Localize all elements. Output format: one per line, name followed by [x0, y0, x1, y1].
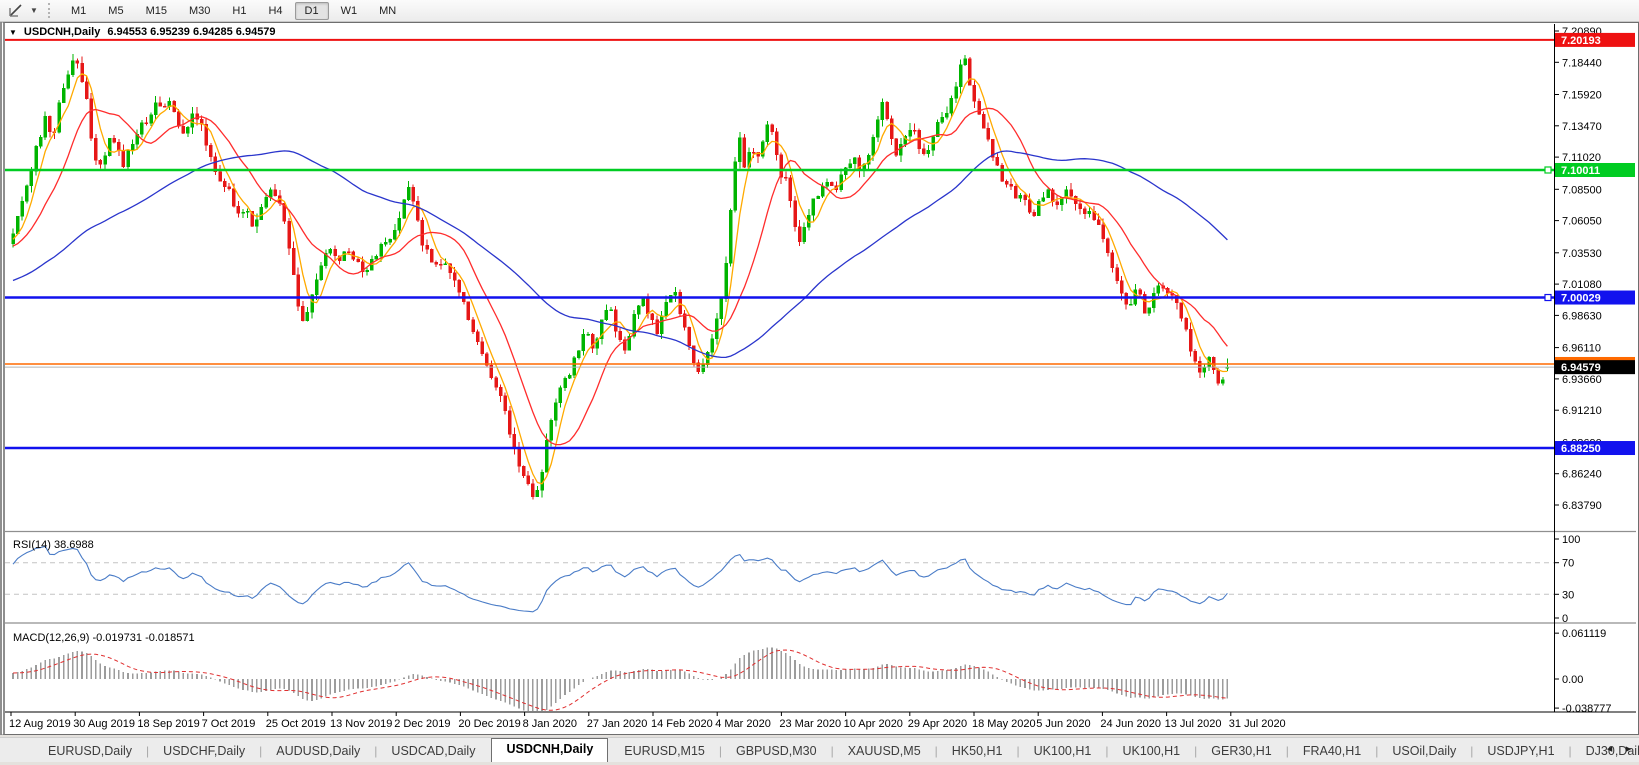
svg-text:70: 70: [1562, 558, 1574, 570]
svg-text:7.11020: 7.11020: [1562, 152, 1601, 164]
time-axis-label: 30 Aug 2019: [73, 718, 135, 730]
svg-text:6.98630: 6.98630: [1562, 310, 1602, 322]
tab-scroll-buttons: ◂ ▸: [1603, 742, 1635, 755]
timeframe-button-w1[interactable]: W1: [331, 2, 368, 20]
price-badge: 7.10011: [1555, 162, 1635, 177]
svg-text:6.91210: 6.91210: [1562, 405, 1602, 417]
time-axis-label: 14 Feb 2020: [651, 718, 713, 730]
svg-text:6.86240: 6.86240: [1562, 469, 1602, 481]
chart-ohlc-values: 6.94553 6.95239 6.94285 6.94579: [107, 26, 276, 38]
price-badge: 7.20193: [1555, 32, 1635, 47]
timeframe-button-h4[interactable]: H4: [258, 2, 292, 20]
rsi-label: RSI(14) 38.6988: [13, 539, 94, 551]
time-axis-label: 5 Jun 2020: [1036, 718, 1090, 730]
tab-ger30-h1[interactable]: GER30,H1: [1197, 741, 1285, 762]
time-axis-label: 31 Jul 2020: [1229, 718, 1286, 730]
svg-text:6.96110: 6.96110: [1562, 343, 1601, 355]
level-line-handle[interactable]: [1544, 166, 1552, 174]
price-badge: 6.94579: [1555, 360, 1635, 375]
tab-usdcnh-daily[interactable]: USDCNH,Daily: [491, 738, 609, 762]
svg-text:7.03530: 7.03530: [1562, 248, 1602, 260]
svg-text:7.01080: 7.01080: [1562, 279, 1602, 291]
svg-text:0: 0: [1562, 613, 1568, 625]
svg-text:100: 100: [1562, 534, 1580, 546]
tab-eurusd-daily[interactable]: EURUSD,Daily: [34, 741, 146, 762]
time-axis-label: 8 Jan 2020: [523, 718, 577, 730]
top-toolbar: ▼ M1 M5 M15 M30 H1 H4 D1 W1 MN: [0, 0, 1639, 22]
chart-canvas[interactable]: 7.208907.184407.159207.134707.110207.085…: [5, 24, 1636, 734]
svg-text:7.10011: 7.10011: [1561, 165, 1600, 177]
tab-fra40-h1[interactable]: FRA40,H1: [1289, 741, 1375, 762]
price-badge: 6.88250: [1555, 441, 1635, 456]
timeframe-button-m1[interactable]: M1: [61, 2, 96, 20]
svg-text:0.00: 0.00: [1562, 674, 1583, 686]
time-axis-label: 2 Dec 2019: [394, 718, 450, 730]
time-axis-label: 10 Apr 2020: [844, 718, 903, 730]
time-axis-label: 18 Sep 2019: [137, 718, 199, 730]
svg-text:7.15920: 7.15920: [1562, 89, 1602, 101]
chart-symbol-label: USDCNH,Daily: [23, 26, 101, 38]
svg-text:6.94579: 6.94579: [1561, 362, 1601, 374]
timeframe-button-m30[interactable]: M30: [179, 2, 220, 20]
svg-text:0.061119: 0.061119: [1562, 628, 1606, 640]
timeframe-buttons: M1 M5 M15 M30 H1 H4 D1 W1 MN: [60, 1, 407, 20]
dropdown-arrow-icon[interactable]: ▼: [28, 6, 40, 15]
time-axis-label: 18 May 2020: [972, 718, 1036, 730]
chart-tools-button[interactable]: [2, 2, 28, 20]
svg-text:6.88250: 6.88250: [1561, 443, 1601, 455]
tab-gbpusd-m30[interactable]: GBPUSD,M30: [722, 741, 831, 762]
svg-text:6.93660: 6.93660: [1562, 374, 1602, 386]
tab-hk50-h1[interactable]: HK50,H1: [938, 741, 1017, 762]
timeframe-button-d1[interactable]: D1: [294, 1, 329, 20]
macd-label: MACD(12,26,9) -0.019731 -0.018571: [13, 632, 195, 644]
svg-text:-0.038777: -0.038777: [1562, 703, 1612, 715]
toolbar-drag-handle[interactable]: [48, 3, 50, 18]
chart-title-bar: ▼ USDCNH,Daily 6.94553 6.95239 6.94285 6…: [9, 26, 276, 38]
timeframe-button-h1[interactable]: H1: [222, 2, 256, 20]
timeframe-button-m15[interactable]: M15: [136, 2, 177, 20]
chart-window[interactable]: ▼ USDCNH,Daily 6.94553 6.95239 6.94285 6…: [0, 22, 1639, 735]
time-axis-label: 24 Jun 2020: [1100, 718, 1161, 730]
time-axis-label: 25 Oct 2019: [266, 718, 326, 730]
svg-text:7.18440: 7.18440: [1562, 57, 1602, 69]
tab-scroll-right-icon[interactable]: ▸: [1622, 742, 1635, 755]
price-badge: 7.00029: [1555, 290, 1635, 305]
tab-usoil-daily[interactable]: USOil,Daily: [1378, 741, 1470, 762]
chart-crosshair-icon: [8, 4, 22, 17]
svg-text:7.20193: 7.20193: [1561, 35, 1601, 47]
level-line-handle[interactable]: [1544, 293, 1552, 302]
timeframe-button-mn[interactable]: MN: [369, 2, 406, 20]
tab-usdchf-daily[interactable]: USDCHF,Daily: [149, 741, 259, 762]
svg-text:7.06050: 7.06050: [1562, 216, 1602, 228]
time-axis-label: 23 Mar 2020: [779, 718, 841, 730]
time-axis-label: 7 Oct 2019: [202, 718, 256, 730]
tab-xauusd-m5[interactable]: XAUUSD,M5: [834, 741, 935, 762]
svg-text:7.13470: 7.13470: [1562, 121, 1602, 133]
tab-eurusd-m15[interactable]: EURUSD,M15: [610, 741, 719, 762]
svg-text:7.08500: 7.08500: [1562, 184, 1602, 196]
time-axis-label: 12 Aug 2019: [9, 718, 71, 730]
tab-uk100-h1[interactable]: UK100,H1: [1108, 741, 1194, 762]
collapse-triangle-icon[interactable]: ▼: [9, 28, 17, 37]
svg-text:30: 30: [1562, 589, 1574, 601]
time-axis-label: 4 Mar 2020: [715, 718, 771, 730]
svg-text:6.83790: 6.83790: [1562, 500, 1602, 512]
tab-uk100-h1[interactable]: UK100,H1: [1020, 741, 1106, 762]
time-axis-label: 27 Jan 2020: [587, 718, 648, 730]
time-axis-label: 20 Dec 2019: [458, 718, 520, 730]
svg-text:7.00029: 7.00029: [1561, 293, 1601, 305]
tab-usdcad-daily[interactable]: USDCAD,Daily: [377, 741, 489, 762]
tab-scroll-left-icon[interactable]: ◂: [1603, 742, 1616, 755]
time-axis-label: 13 Jul 2020: [1165, 718, 1222, 730]
time-axis-label: 29 Apr 2020: [908, 718, 967, 730]
tab-audusd-daily[interactable]: AUDUSD,Daily: [262, 741, 374, 762]
time-axis-label: 13 Nov 2019: [330, 718, 392, 730]
tab-usdjpy-h1[interactable]: USDJPY,H1: [1473, 741, 1568, 762]
timeframe-button-m5[interactable]: M5: [98, 2, 133, 20]
symbol-tabs: EURUSD,Daily | USDCHF,Daily | AUDUSD,Daily | U…: [0, 737, 1639, 762]
